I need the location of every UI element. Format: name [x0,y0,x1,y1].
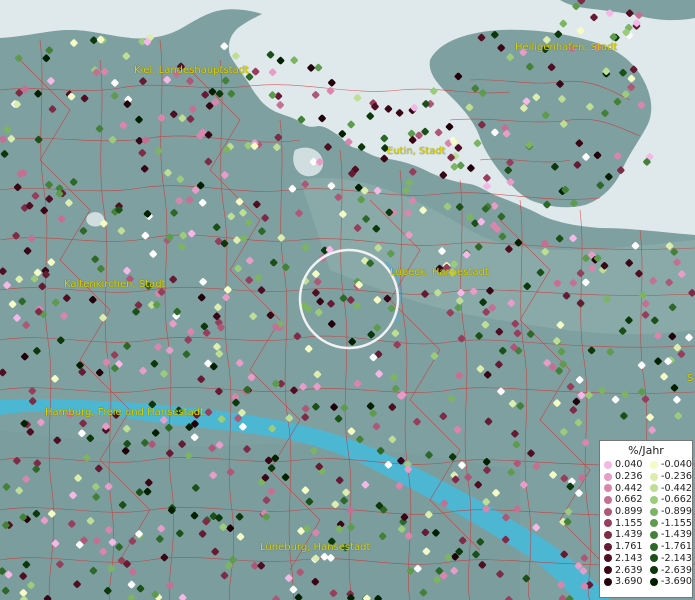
legend-entry-negative: -1.439 [646,529,692,540]
legend-swatch [650,530,658,539]
city-label-edge: S [687,373,694,384]
city-label-kaltenkirchen: Kaltenkirchen, Stadt [64,279,166,290]
legend-value: 0.662 [615,494,643,506]
legend-value: 2.143 [615,552,643,564]
map-overlay [298,248,400,350]
legend-swatch [604,519,612,528]
legend-entry-negative: -0.040 [646,459,692,470]
city-label-heiligenhafen: Heiligenhafen, Stadt [515,42,618,53]
legend-row: 0.040 -0.040 [600,459,692,471]
legend-swatch [604,542,612,551]
legend-entry-negative: -2.639 [646,565,692,576]
city-label-lueneburg: Lüneburg, Hansestadt [260,542,371,553]
legend-swatch [650,519,658,528]
legend-swatch [650,495,658,504]
legend-entry-negative: -1.761 [646,541,692,552]
legend-row: 1.761 -1.761 [600,541,692,553]
legend-swatch [650,507,658,516]
legend-row: 1.439 -1.439 [600,529,692,541]
legend-value: -1.439 [661,529,692,541]
legend-swatch [650,566,658,575]
legend-swatch [604,484,612,493]
legend-value: 0.899 [615,506,643,518]
legend-value: 0.040 [615,459,643,471]
legend-value: 0.236 [615,471,643,483]
legend-value: -1.155 [661,517,692,529]
legend-value: 1.761 [615,541,643,553]
legend-swatch [650,484,658,493]
legend-value: 2.639 [615,564,643,576]
legend-value: 1.155 [615,517,643,529]
legend-entry-negative: -0.899 [646,506,692,517]
legend-entry-negative: -3.690 [646,576,692,587]
legend-value: 0.442 [615,482,643,494]
city-label-eutin: Eutin, Stadt [387,146,446,157]
legend-entry-negative: -0.236 [646,471,692,482]
city-label-hamburg: Hamburg, Freie und Hansestadt [45,407,204,418]
legend-rows: 0.040 -0.040 0.236 -0.236 0.442 -0.442 0.662 -0… [600,459,692,588]
legend-entry-positive: 3.690 [600,576,646,587]
legend-swatch [604,495,612,504]
legend-value: -3.690 [661,576,692,588]
legend-swatch [650,554,658,563]
legend-row: 0.442 -0.442 [600,482,692,494]
legend-swatch [604,554,612,563]
legend-value: -2.639 [661,564,692,576]
legend-value: -0.442 [661,482,692,494]
legend-entry-negative: -0.442 [646,483,692,494]
legend-swatch [650,460,658,469]
map-view[interactable]: Kiel, Landeshauptstadt Heiligenhafen, St… [0,0,695,600]
legend-value: -0.899 [661,506,692,518]
legend-value: 1.439 [615,529,643,541]
legend-swatch [650,542,658,551]
legend-value: 3.690 [615,576,643,588]
legend-entry-positive: 1.761 [600,541,646,552]
legend-entry-positive: 0.662 [600,494,646,505]
legend-swatch [604,460,612,469]
legend-row: 2.639 -2.639 [600,564,692,576]
legend-value: -2.143 [661,552,692,564]
legend-entry-positive: 1.439 [600,529,646,540]
legend-swatch [604,566,612,575]
legend-row: 1.155 -1.155 [600,517,692,529]
legend-row: 0.662 -0.662 [600,494,692,506]
legend-row: 0.236 -0.236 [600,471,692,483]
legend-swatch [604,577,612,586]
legend-entry-positive: 2.639 [600,565,646,576]
city-label-kiel: Kiel, Landeshauptstadt [134,65,249,76]
legend-swatch [650,577,658,586]
legend-title: %/Jahr [628,444,664,457]
legend-entry-positive: 1.155 [600,518,646,529]
city-label-luebeck: Lübeck, Hansestadt [390,267,489,278]
legend-row: 0.899 -0.899 [600,506,692,518]
legend-value: -0.040 [661,459,692,471]
legend-entry-positive: 0.899 [600,506,646,517]
legend-entry-positive: 0.040 [600,459,646,470]
selection-circle[interactable] [298,248,400,350]
legend-entry-negative: -1.155 [646,518,692,529]
legend-swatch [650,472,658,481]
legend-entry-negative: -2.143 [646,553,692,564]
legend-value: -1.761 [661,541,692,553]
legend-swatch [604,507,612,516]
legend-value: -0.662 [661,494,692,506]
legend-entry-positive: 0.236 [600,471,646,482]
legend-value: -0.236 [661,471,692,483]
legend-swatch [604,530,612,539]
legend-entry-negative: -0.662 [646,494,692,505]
legend-swatch [604,472,612,481]
legend-entry-positive: 0.442 [600,483,646,494]
legend-row: 2.143 -2.143 [600,553,692,565]
legend-entry-positive: 2.143 [600,553,646,564]
legend-row: 3.690 -3.690 [600,576,692,588]
legend: %/Jahr 0.040 -0.040 0.236 -0.236 0.442 -0.442… [599,440,693,598]
